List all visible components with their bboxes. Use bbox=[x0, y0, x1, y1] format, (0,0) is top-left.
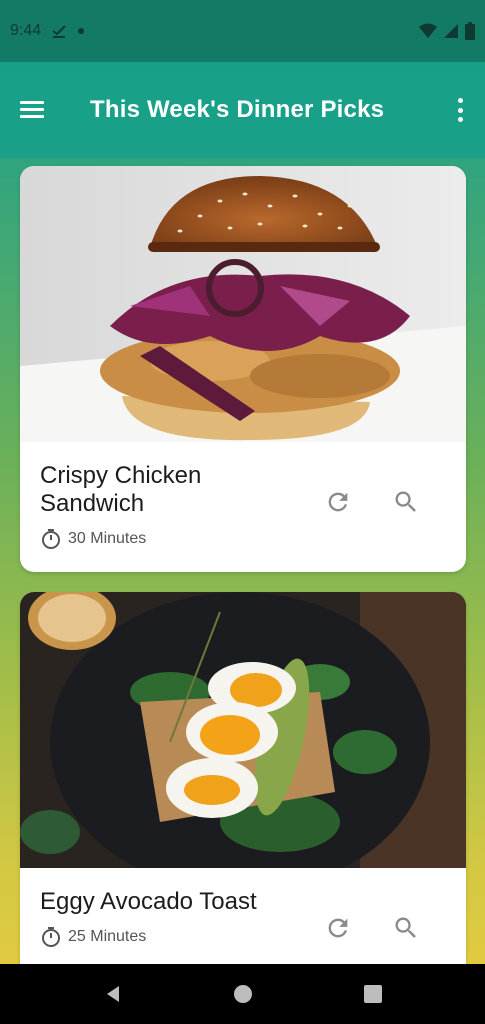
status-bar: 9:44 bbox=[0, 0, 485, 62]
notification-dot-icon bbox=[78, 28, 85, 34]
recipe-title: Eggy Avocado Toast bbox=[40, 888, 257, 915]
refresh-icon[interactable] bbox=[324, 488, 352, 516]
menu-icon[interactable] bbox=[20, 100, 46, 120]
overflow-menu-icon[interactable] bbox=[455, 98, 465, 122]
duration-label: 25 Minutes bbox=[68, 928, 147, 945]
card-body: Crispy Chicken Sandwich 30 Minutes bbox=[20, 442, 466, 550]
duration-label: 30 Minutes bbox=[68, 530, 147, 547]
search-icon[interactable] bbox=[392, 914, 420, 942]
system-navigation-bar bbox=[0, 964, 485, 1024]
card-body: Eggy Avocado Toast 25 Minutes bbox=[20, 868, 466, 948]
timer-icon bbox=[42, 927, 60, 947]
app-bar: This Week's Dinner Picks bbox=[0, 62, 485, 158]
chicken-sandwich-image bbox=[20, 166, 466, 442]
card-actions bbox=[324, 914, 420, 942]
recipe-card[interactable]: Eggy Avocado Toast 25 Minutes bbox=[20, 592, 466, 1024]
battery-icon bbox=[465, 22, 475, 40]
recents-icon[interactable] bbox=[363, 984, 383, 1004]
clock: 9:44 bbox=[10, 22, 42, 39]
avocado-toast-image bbox=[20, 592, 466, 868]
recipe-title: Crispy Chicken Sandwich bbox=[40, 462, 202, 517]
search-icon[interactable] bbox=[392, 488, 420, 516]
refresh-icon[interactable] bbox=[324, 914, 352, 942]
card-actions bbox=[324, 488, 420, 516]
recipe-card[interactable]: Crispy Chicken Sandwich 30 Minutes bbox=[20, 166, 466, 572]
wifi-icon bbox=[419, 23, 437, 38]
home-icon[interactable] bbox=[233, 984, 253, 1004]
cell-signal-icon bbox=[444, 24, 458, 38]
timer-icon bbox=[42, 529, 60, 549]
page-title: This Week's Dinner Picks bbox=[90, 96, 385, 123]
back-icon[interactable] bbox=[103, 984, 123, 1004]
recipe-duration: 30 Minutes bbox=[40, 528, 446, 550]
download-done-icon bbox=[52, 25, 66, 38]
